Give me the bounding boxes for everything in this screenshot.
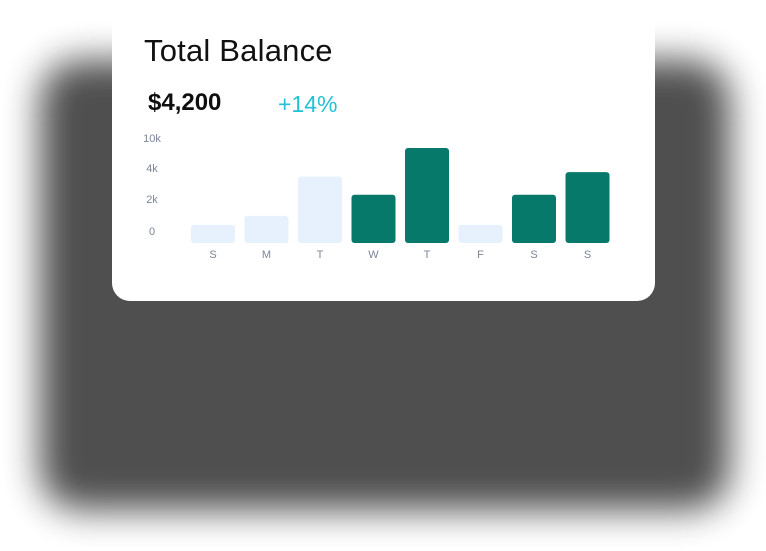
x-tick-label: F <box>477 249 484 261</box>
balance-card: Total Balance $4,200 +14% 10k 4k 2k 0 S M T W T F… <box>112 0 655 301</box>
bar-4 <box>405 148 449 243</box>
x-tick-label: W <box>368 249 379 261</box>
bar-2 <box>298 176 342 243</box>
bar-1 <box>244 215 289 243</box>
bar-0 <box>191 224 235 243</box>
x-tick-label: S <box>209 249 216 261</box>
x-tick-label: S <box>530 249 537 261</box>
bar-7 <box>565 172 610 243</box>
balance-widget: Total Balance $4,200 +14% 10k 4k 2k 0 S M T W T F… <box>0 0 766 551</box>
x-tick-label: T <box>317 249 324 261</box>
bar-5 <box>458 224 503 243</box>
x-tick-label: S <box>584 249 591 261</box>
x-tick-label: M <box>262 249 271 261</box>
y-tick-label: 0 <box>149 226 155 238</box>
x-tick-label: T <box>424 249 431 261</box>
y-tick-label: 2k <box>146 194 158 206</box>
bar-3 <box>351 194 396 243</box>
y-tick-label: 4k <box>146 163 158 175</box>
y-tick-label: 10k <box>143 133 161 145</box>
bar-6 <box>512 194 556 243</box>
balance-bar-chart: 10k 4k 2k 0 S M T W T F S S <box>143 133 610 261</box>
